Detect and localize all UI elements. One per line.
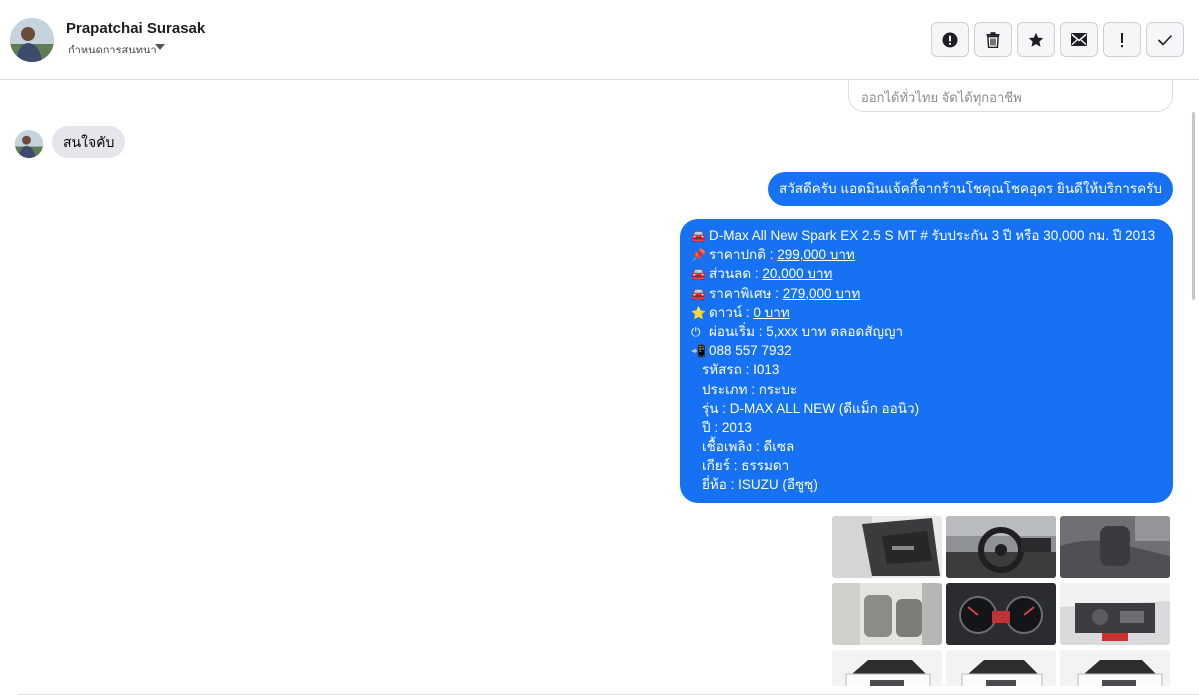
- cabin-seats-photo[interactable]: [832, 583, 942, 645]
- important-button[interactable]: [1103, 22, 1141, 57]
- previous-message-card[interactable]: ออกได้ทั่วไทย จัดได้ทุกอาชีพ: [848, 80, 1173, 112]
- message-thread[interactable]: ออกได้ทั่วไทย จัดได้ทุกอาชีพ สนใจคับ สวั…: [0, 80, 1199, 695]
- detail-title-line: 🚘 D-Max All New Spark EX 2.5 S MT # รับปร…: [691, 226, 1163, 245]
- header-toolbar: [931, 22, 1184, 57]
- detail-year-line: ปี : 2013: [702, 419, 752, 435]
- engine-bay-photo[interactable]: [1060, 583, 1170, 645]
- pin-icon: 📌: [691, 248, 706, 263]
- exclamation-icon: [1121, 32, 1123, 47]
- trash-icon: [986, 31, 1000, 48]
- detail-brand-line: ยี่ห้อ : ISUZU (อีซูซุ): [702, 477, 818, 493]
- detail-fuel-line: เชื้อเพลิง : ดีเซล: [702, 439, 795, 455]
- star-emoji-icon: ⭐: [691, 305, 706, 320]
- special-price-link[interactable]: 279,000 บาท: [783, 286, 861, 301]
- detail-special-price-line: 🚘 ราคาพิเศษ : 279,000 บาท: [691, 284, 1163, 303]
- mail-button[interactable]: [1060, 22, 1098, 57]
- down-payment-link[interactable]: 0 บาท: [753, 305, 789, 320]
- power-icon: ⏻: [691, 324, 701, 339]
- detail-installment-line: ⏻ ผ่อนเริ่ม : 5,xxx บาท ตลอดสัญญา: [691, 322, 1163, 341]
- front-view-photo-3[interactable]: [1060, 650, 1170, 686]
- discount-link[interactable]: 20,000 บาท: [762, 266, 832, 281]
- conversation-header: Prapatchai Surasak กำหนดการสนทนา: [0, 0, 1199, 80]
- installment-text: ผ่อนเริ่ม : 5,xxx บาท ตลอดสัญญา: [709, 323, 904, 339]
- front-view-photo-1[interactable]: [832, 650, 942, 686]
- check-icon: [1157, 34, 1173, 46]
- incoming-message[interactable]: สนใจคับ: [52, 126, 126, 158]
- envelope-icon: [1071, 33, 1087, 46]
- car-icon: 🚘: [691, 286, 706, 301]
- special-price-label: ราคาพิเศษ :: [709, 285, 783, 301]
- outgoing-greeting-message[interactable]: สวัสดีครับ แอดมินแจ้คกี้จากร้านโชคุณโชคอ…: [767, 172, 1173, 206]
- detail-price-line: 📌 ราคาปกติ : 299,000 บาท: [691, 245, 1163, 264]
- contact-name[interactable]: Prapatchai Surasak: [66, 20, 205, 37]
- alert-button[interactable]: [931, 22, 969, 57]
- contact-avatar[interactable]: [10, 18, 54, 62]
- door-interior-photo[interactable]: [832, 516, 942, 578]
- detail-gear-line: เกียร์ : ธรรมดา: [702, 458, 790, 474]
- sender-avatar[interactable]: [15, 130, 43, 158]
- star-button[interactable]: [1017, 22, 1055, 57]
- car-icon: 🚘: [691, 229, 706, 243]
- detail-type-line: ประเภท : กระบะ: [702, 381, 798, 397]
- detail-phone-line: 📲 088 557 7932: [691, 341, 1163, 360]
- detail-model-line: รุ่น : D-MAX ALL NEW (ดีแม็ก ออนิว): [702, 400, 920, 416]
- delete-button[interactable]: [974, 22, 1012, 57]
- discount-label: ส่วนลด :: [709, 266, 763, 282]
- previous-card-text: ออกได้ทั่วไทย จัดได้ทุกอาชีพ: [861, 90, 1022, 105]
- phone-icon: 📲: [691, 344, 706, 359]
- photo-attachments: [832, 516, 1173, 686]
- detail-title: D-Max All New Spark EX 2.5 S MT # รับประ…: [709, 228, 1156, 243]
- thread-scrollbar[interactable]: [1192, 112, 1195, 300]
- seat-photo[interactable]: [1060, 516, 1170, 578]
- conversation-schedule-text: กำหนดการสนทนา: [68, 45, 157, 53]
- phone-number: 088 557 7932: [709, 343, 792, 359]
- front-view-photo-2[interactable]: [946, 650, 1056, 686]
- done-button[interactable]: [1146, 22, 1184, 57]
- dashboard-gauge-photo[interactable]: [946, 583, 1056, 645]
- star-icon: [1028, 32, 1044, 47]
- detail-down-payment-line: ⭐ ดาวน์ : 0 บาท: [691, 303, 1163, 322]
- price-label: ราคาปกติ :: [709, 247, 778, 263]
- steering-wheel-photo[interactable]: [946, 516, 1056, 578]
- price-link[interactable]: 299,000 บาท: [777, 247, 855, 262]
- detail-code-line: รหัสรถ : I013: [702, 362, 780, 378]
- chevron-down-icon[interactable]: [155, 44, 165, 50]
- detail-discount-line: 🚘 ส่วนลด : 20,000 บาท: [691, 264, 1163, 283]
- car-icon: 🚘: [691, 267, 706, 282]
- conversation-schedule-label[interactable]: กำหนดการสนทนา: [68, 40, 168, 53]
- outgoing-car-details-message[interactable]: 🚘 D-Max All New Spark EX 2.5 S MT # รับปร…: [680, 219, 1173, 503]
- alert-circle-icon: [942, 32, 958, 47]
- down-payment-label: ดาวน์ :: [709, 304, 754, 320]
